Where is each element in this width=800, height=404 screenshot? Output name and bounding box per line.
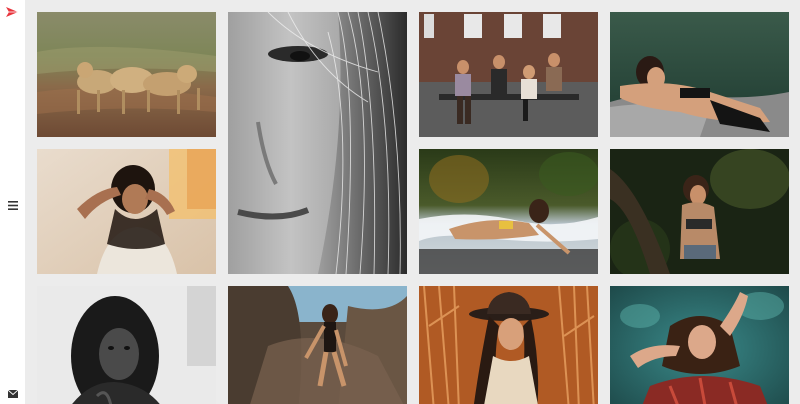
paper-plane-logo-icon[interactable] [5,5,19,19]
gallery-photo-bw-face-closeup[interactable] [228,12,407,274]
gallery-photo-woman-white-room[interactable] [37,149,216,274]
gallery-photo-woman-on-rock[interactable] [610,12,789,137]
gallery-photo-woman-on-rocks[interactable] [228,286,407,404]
gallery-photo-woman-with-hat[interactable] [419,286,598,404]
sidebar [0,0,25,404]
gallery-photo-lions[interactable] [37,12,216,137]
gallery-photo-group-on-bench[interactable] [419,12,598,137]
gallery-photo-woman-in-forest[interactable] [610,149,789,274]
gallery-photo-woman-floating[interactable] [610,286,789,404]
gallery-photo-bw-portrait[interactable] [37,286,216,404]
photo-gallery [25,0,800,404]
hamburger-menu-icon[interactable] [8,197,18,210]
gallery-photo-woman-in-surf[interactable] [419,149,598,274]
envelope-icon[interactable] [7,385,19,398]
